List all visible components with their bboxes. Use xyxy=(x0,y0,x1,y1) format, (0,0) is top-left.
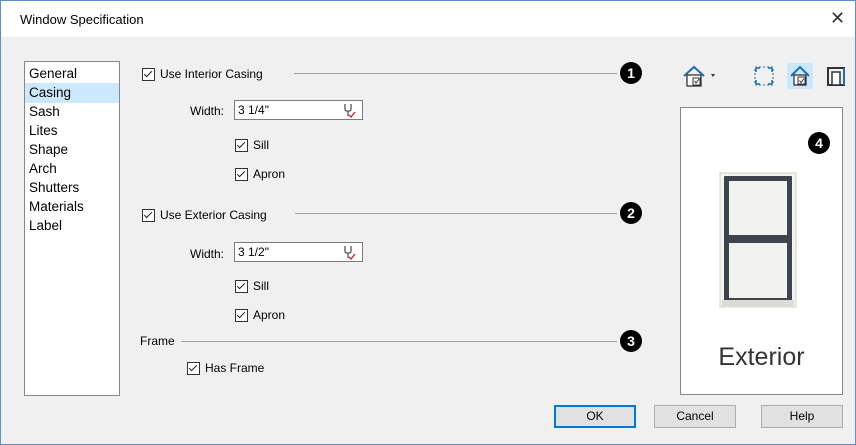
use-interior-casing-checkbox[interactable]: Use Interior Casing xyxy=(142,67,263,81)
dialog-title: Window Specification xyxy=(20,12,144,27)
interior-width-field[interactable] xyxy=(234,100,363,120)
checkbox-box[interactable] xyxy=(235,167,248,181)
checkbox-box[interactable] xyxy=(235,279,248,293)
window-specification-dialog: Window Specification ✕ General Casing Sa… xyxy=(0,0,856,445)
help-button[interactable]: Help xyxy=(761,405,843,428)
callout-badge-1: 1 xyxy=(620,62,642,84)
preview-panel: 4 Exterior xyxy=(680,107,843,395)
list-item-shutters[interactable]: Shutters xyxy=(25,178,119,198)
default-wrench-icon[interactable] xyxy=(340,102,356,118)
exterior-apron-label: Apron xyxy=(253,308,286,322)
use-exterior-casing-checkbox[interactable]: Use Exterior Casing xyxy=(142,208,267,222)
list-item-general[interactable]: General xyxy=(25,64,119,84)
exterior-width-field[interactable] xyxy=(234,242,363,262)
checkbox-box[interactable] xyxy=(235,308,248,322)
exterior-sill-label: Sill xyxy=(253,279,270,293)
exterior-width-input[interactable] xyxy=(238,245,318,259)
view-house-dropdown-icon[interactable] xyxy=(681,63,721,89)
casing-profile-icon[interactable] xyxy=(823,63,849,89)
exterior-apron-checkbox[interactable]: Apron xyxy=(235,308,285,322)
callout-badge-3: 3 xyxy=(620,330,642,352)
fill-window-icon[interactable] xyxy=(751,63,777,89)
list-item-shape[interactable]: Shape xyxy=(25,140,119,160)
callout-badge-2: 2 xyxy=(620,202,642,224)
callout-badge-4: 4 xyxy=(808,132,830,154)
exterior-width-label: Width: xyxy=(190,247,225,261)
separator-line xyxy=(181,341,617,342)
interior-apron-checkbox[interactable]: Apron xyxy=(235,167,285,181)
category-list[interactable]: General Casing Sash Lites Shape Arch Shu… xyxy=(24,61,120,396)
use-interior-casing-label: Use Interior Casing xyxy=(160,67,263,81)
close-icon[interactable]: ✕ xyxy=(830,9,845,27)
window-preview-image xyxy=(719,172,797,308)
ok-button[interactable]: OK xyxy=(554,405,636,428)
list-item-materials[interactable]: Materials xyxy=(25,197,119,217)
has-frame-label: Has Frame xyxy=(205,361,265,375)
exterior-sill-checkbox[interactable]: Sill xyxy=(235,279,269,293)
has-frame-checkbox[interactable]: Has Frame xyxy=(187,361,264,375)
separator-line xyxy=(295,213,617,214)
checkbox-box[interactable] xyxy=(187,361,200,375)
interior-sill-checkbox[interactable]: Sill xyxy=(235,138,269,152)
checkbox-box[interactable] xyxy=(142,208,155,222)
list-item-lites[interactable]: Lites xyxy=(25,121,119,141)
interior-apron-label: Apron xyxy=(253,167,286,181)
frame-section-label: Frame xyxy=(140,334,175,348)
list-item-sash[interactable]: Sash xyxy=(25,102,119,122)
use-exterior-casing-label: Use Exterior Casing xyxy=(160,208,267,222)
interior-width-label: Width: xyxy=(190,104,225,118)
separator-line xyxy=(294,73,617,74)
cancel-button[interactable]: Cancel xyxy=(654,405,736,428)
view-house-icon[interactable] xyxy=(787,63,813,89)
title-bar: Window Specification ✕ xyxy=(1,1,855,37)
checkbox-box[interactable] xyxy=(235,138,248,152)
list-item-label[interactable]: Label xyxy=(25,216,119,236)
interior-sill-label: Sill xyxy=(253,138,270,152)
checkbox-box[interactable] xyxy=(142,67,155,81)
default-wrench-icon[interactable] xyxy=(340,244,356,260)
list-item-arch[interactable]: Arch xyxy=(25,159,119,179)
list-item-casing[interactable]: Casing xyxy=(25,83,119,103)
preview-view-label: Exterior xyxy=(718,343,805,371)
interior-width-input[interactable] xyxy=(238,103,318,117)
